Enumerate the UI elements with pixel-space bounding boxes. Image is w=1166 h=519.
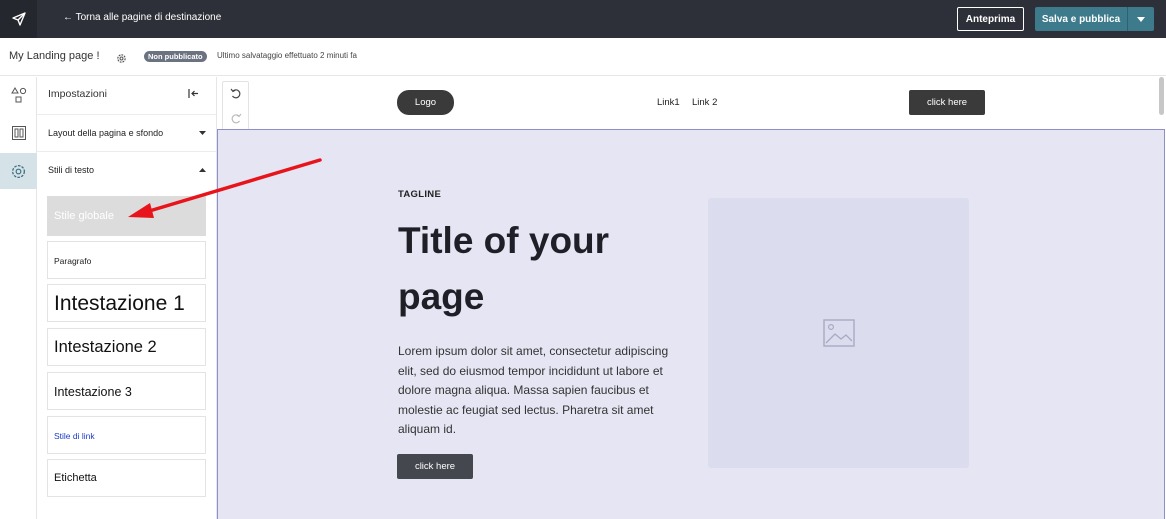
style-link[interactable]: Stile di link — [47, 416, 206, 454]
style-heading-3[interactable]: Intestazione 3 — [47, 372, 206, 410]
undo-icon[interactable] — [230, 88, 242, 100]
hero-cta-button[interactable]: click here — [397, 454, 473, 479]
section-layout[interactable]: Layout della pagina e sfondo — [37, 114, 216, 151]
style-global[interactable]: Stile globale — [47, 196, 206, 236]
style-global-label: Stile globale — [54, 210, 114, 222]
style-paragraph-label: Paragrafo — [54, 256, 92, 266]
settings-icon[interactable] — [0, 153, 37, 189]
back-to-landing-pages-link[interactable]: ← Torna alle pagine di destinazione — [63, 12, 221, 23]
hero-section[interactable] — [217, 129, 1165, 519]
site-nav-button[interactable]: click here — [909, 90, 985, 115]
hero-image-placeholder[interactable] — [708, 198, 969, 468]
section-text-styles[interactable]: Stili di testo — [37, 151, 216, 188]
site-nav-link-1[interactable]: Link1 — [657, 97, 680, 108]
section-text-styles-label: Stili di testo — [48, 165, 95, 175]
left-rail — [0, 77, 37, 519]
panel-title: Impostazioni — [48, 88, 107, 100]
send-icon[interactable] — [0, 0, 37, 38]
hero-tagline[interactable]: TAGLINE — [398, 189, 441, 200]
caret-down-icon — [1137, 16, 1145, 22]
section-layout-label: Layout della pagina e sfondo — [48, 128, 164, 138]
save-and-publish-button[interactable]: Salva e pubblica — [1035, 7, 1127, 31]
history-controls — [222, 81, 249, 131]
style-heading-2[interactable]: Intestazione 2 — [47, 328, 206, 366]
last-saved-text: Ultimo salvataggio effettuato 2 minuti f… — [217, 51, 357, 60]
style-heading-1[interactable]: Intestazione 1 — [47, 284, 206, 322]
image-placeholder-icon — [822, 319, 855, 347]
gear-icon[interactable] — [116, 51, 127, 69]
layout-icon[interactable] — [0, 115, 37, 151]
top-bar: ← Torna alle pagine di destinazione Ante… — [0, 0, 1166, 38]
style-label[interactable]: Etichetta — [47, 459, 206, 497]
collapse-left-icon[interactable] — [187, 87, 200, 105]
page-info-bar: My Landing page ! Non pubblicato Ultimo … — [0, 38, 1166, 76]
site-nav-link-2[interactable]: Link 2 — [692, 97, 717, 108]
page-name: My Landing page ! — [9, 50, 100, 62]
shapes-icon[interactable] — [0, 77, 37, 113]
preview-button[interactable]: Anteprima — [957, 7, 1024, 31]
style-heading-2-label: Intestazione 2 — [54, 338, 157, 356]
caret-up-icon — [199, 168, 206, 172]
style-link-label: Stile di link — [54, 431, 95, 441]
canvas-scrollbar[interactable] — [1159, 77, 1164, 115]
caret-down-icon — [199, 131, 206, 135]
style-heading-1-label: Intestazione 1 — [54, 292, 185, 315]
hero-body-text[interactable]: Lorem ipsum dolor sit amet, consectetur … — [398, 342, 688, 440]
status-badge: Non pubblicato — [144, 51, 207, 62]
style-label-label: Etichetta — [54, 472, 97, 484]
style-heading-3-label: Intestazione 3 — [54, 385, 132, 399]
site-logo[interactable]: Logo — [397, 90, 454, 115]
settings-panel: Impostazioni Layout della pagina e sfond… — [37, 77, 217, 519]
hero-title[interactable]: Title of your page — [398, 213, 678, 325]
style-paragraph[interactable]: Paragrafo — [47, 241, 206, 279]
publish-options-button[interactable] — [1127, 7, 1154, 31]
redo-icon[interactable] — [230, 113, 242, 125]
